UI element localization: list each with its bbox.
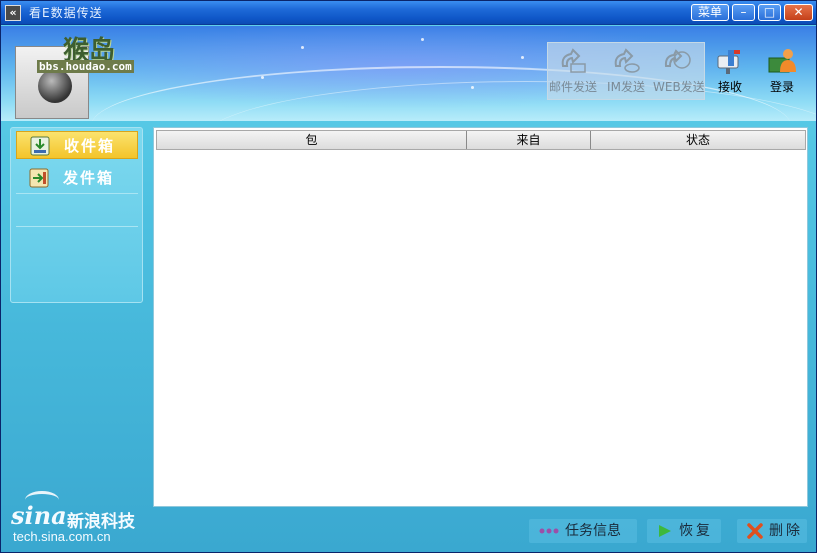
table-header: 包 来自 状态	[156, 130, 806, 150]
app-window: « 看E数据传送 菜单 – □ ✕ 猴岛 bbs.houdao.com 邮件发送	[0, 0, 817, 553]
receive-icon	[717, 50, 740, 74]
web-send-label: WEB发送	[653, 80, 705, 94]
delete-label: 删除	[769, 523, 803, 539]
title-bar[interactable]: « 看E数据传送 菜单 – □ ✕	[1, 1, 816, 25]
decor-sparkle	[421, 38, 424, 41]
web-send-icon	[664, 49, 691, 69]
receive-button[interactable]: 接收	[709, 46, 751, 95]
decor-sparkle	[521, 56, 524, 59]
sina-logo: sina 新浪科技 tech.sina.com.cn	[11, 491, 151, 547]
column-header-from[interactable]: 来自	[467, 131, 591, 149]
maximize-button[interactable]: □	[758, 4, 781, 21]
restore-icon	[659, 525, 671, 537]
sina-url: tech.sina.com.cn	[13, 529, 111, 544]
restore-button[interactable]: 恢复	[647, 519, 721, 543]
window-title: 看E数据传送	[29, 6, 103, 20]
menu-button[interactable]: 菜单	[691, 4, 729, 21]
im-send-icon	[614, 48, 640, 73]
watermark-url: bbs.houdao.com	[37, 60, 134, 73]
header-banner: 猴岛 bbs.houdao.com 邮件发送 IM发送 WEB发送 接收 登录	[1, 26, 816, 121]
delete-button[interactable]: 删除	[737, 519, 807, 543]
sidebar-item-label: 收件箱	[64, 137, 116, 155]
sina-wordmark: sina	[11, 501, 67, 530]
delete-icon	[747, 523, 763, 539]
mail-send-button[interactable]: 邮件发送	[547, 46, 599, 95]
im-send-label: IM发送	[607, 80, 645, 94]
watermark: 猴岛 bbs.houdao.com	[3, 30, 155, 75]
minimize-button[interactable]: –	[732, 4, 755, 21]
login-label: 登录	[769, 80, 794, 94]
sidebar-item-label: 发件箱	[63, 169, 115, 187]
sidebar-divider	[16, 193, 138, 194]
restore-label: 恢复	[679, 523, 713, 539]
column-header-status[interactable]: 状态	[591, 131, 805, 149]
login-icon	[768, 49, 796, 73]
column-header-package[interactable]: 包	[157, 131, 467, 149]
outbox-icon	[29, 168, 49, 188]
app-icon: «	[5, 5, 21, 21]
im-send-button[interactable]: IM发送	[603, 46, 649, 95]
inbox-icon	[30, 136, 50, 156]
task-info-label: 任务信息	[565, 523, 621, 539]
decor-sparkle	[471, 86, 474, 89]
receive-label: 接收	[717, 80, 742, 94]
decor-sparkle	[261, 76, 264, 79]
sidebar-item-outbox[interactable]: 发件箱	[16, 164, 138, 192]
login-button[interactable]: 登录	[761, 46, 803, 95]
task-info-button[interactable]: 任务信息	[529, 519, 637, 543]
mail-send-icon	[561, 48, 586, 73]
folder-sidebar: 收件箱 发件箱	[10, 127, 143, 303]
mail-send-label: 邮件发送	[548, 80, 597, 94]
sidebar-item-inbox[interactable]: 收件箱	[16, 131, 138, 159]
sidebar-divider	[16, 226, 138, 227]
decor-sparkle	[301, 46, 304, 49]
task-info-icon	[539, 528, 559, 534]
web-send-button[interactable]: WEB发送	[653, 46, 705, 95]
close-button[interactable]: ✕	[784, 4, 813, 21]
package-table[interactable]: 包 来自 状态	[153, 127, 808, 507]
